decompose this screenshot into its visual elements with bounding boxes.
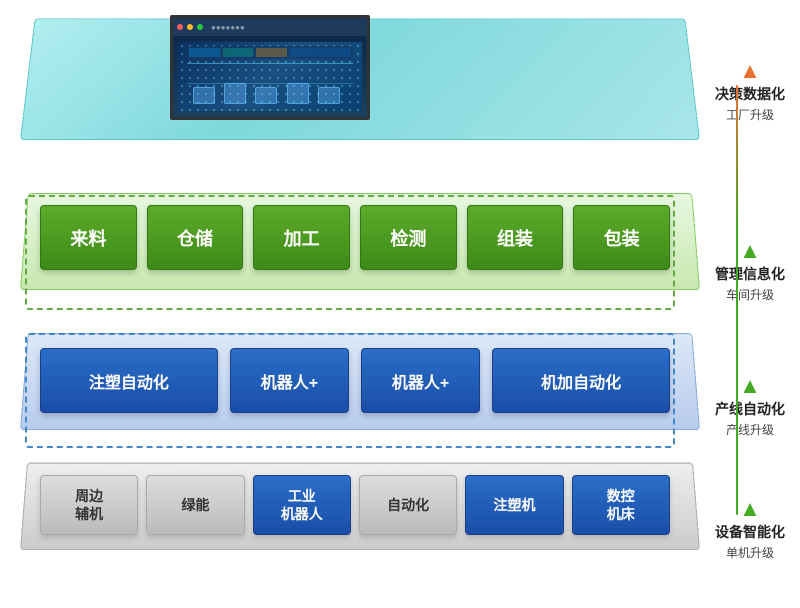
label-equipment-sub: 单机升级 xyxy=(726,544,774,561)
db-2 xyxy=(223,48,254,58)
factory-machine-3 xyxy=(255,87,277,104)
factory-line-2 xyxy=(187,83,353,84)
label-production: ▲ 产线自动化 产线升级 xyxy=(715,375,785,438)
monitor: ●●●●●●● xyxy=(170,15,370,120)
green-box-0: 来料 xyxy=(40,205,137,270)
arrow-equipment: ▲ xyxy=(739,498,761,520)
equip-box-1: 绿能 xyxy=(146,475,244,535)
green-box-2: 加工 xyxy=(253,205,350,270)
green-boxes-container: 来料 仓储 加工 检测 组装 包装 xyxy=(40,205,670,270)
blue-boxes-container: 注塑自动化 机器人+ 机器人+ 机加自动化 xyxy=(40,348,670,413)
arrow-decision: ▲ xyxy=(739,60,761,82)
label-decision-sub: 工厂升级 xyxy=(726,106,774,123)
factory-machine-1 xyxy=(193,87,215,104)
arrow-management: ▲ xyxy=(739,240,761,262)
monitor-screen: ●●●●●●● xyxy=(173,18,367,117)
monitor-dot-green xyxy=(197,24,203,30)
dashboard-bar xyxy=(187,46,353,60)
factory-machine-2 xyxy=(224,83,246,104)
main-container: ●●●●●●● xyxy=(0,0,800,608)
blue-box-2: 机器人+ xyxy=(361,348,480,413)
label-decision: ▲ 决策数据化 工厂升级 xyxy=(715,60,785,123)
monitor-factory xyxy=(178,42,362,111)
equip-box-4: 注塑机 xyxy=(465,475,563,535)
factory-machine-4 xyxy=(287,83,309,104)
label-production-main: 产线自动化 xyxy=(715,399,785,419)
label-decision-main: 决策数据化 xyxy=(715,84,785,104)
green-box-1: 仓储 xyxy=(147,205,244,270)
monitor-title-bar: ●●●●●●● xyxy=(211,23,245,32)
db-3 xyxy=(256,48,287,58)
green-box-5: 包装 xyxy=(573,205,670,270)
label-production-sub: 产线升级 xyxy=(726,421,774,438)
label-equipment: ▲ 设备智能化 单机升级 xyxy=(715,498,785,561)
db-4 xyxy=(290,48,351,58)
connector-line-right xyxy=(736,85,738,515)
blue-box-3: 机加自动化 xyxy=(492,348,670,413)
arrow-production: ▲ xyxy=(739,375,761,397)
factory-line-1 xyxy=(187,63,353,64)
monitor-dot-yellow xyxy=(187,24,193,30)
label-equipment-main: 设备智能化 xyxy=(715,522,785,542)
factory-machine-5 xyxy=(318,87,340,104)
equip-box-2: 工业机器人 xyxy=(253,475,351,535)
equip-boxes-container: 周边辅机 绿能 工业机器人 自动化 注塑机 数控机床 xyxy=(40,475,670,535)
monitor-dot-red xyxy=(177,24,183,30)
blue-box-1: 机器人+ xyxy=(230,348,349,413)
blue-box-0: 注塑自动化 xyxy=(40,348,218,413)
monitor-header: ●●●●●●● xyxy=(173,18,367,36)
equip-box-3: 自动化 xyxy=(359,475,457,535)
green-box-3: 检测 xyxy=(360,205,457,270)
green-box-4: 组装 xyxy=(467,205,564,270)
equip-box-5: 数控机床 xyxy=(572,475,670,535)
monitor-content xyxy=(173,36,367,117)
label-management-main: 管理信息化 xyxy=(715,264,785,284)
equip-box-0: 周边辅机 xyxy=(40,475,138,535)
db-1 xyxy=(189,48,220,58)
label-management: ▲ 管理信息化 车间升级 xyxy=(715,240,785,303)
label-management-sub: 车间升级 xyxy=(726,286,774,303)
